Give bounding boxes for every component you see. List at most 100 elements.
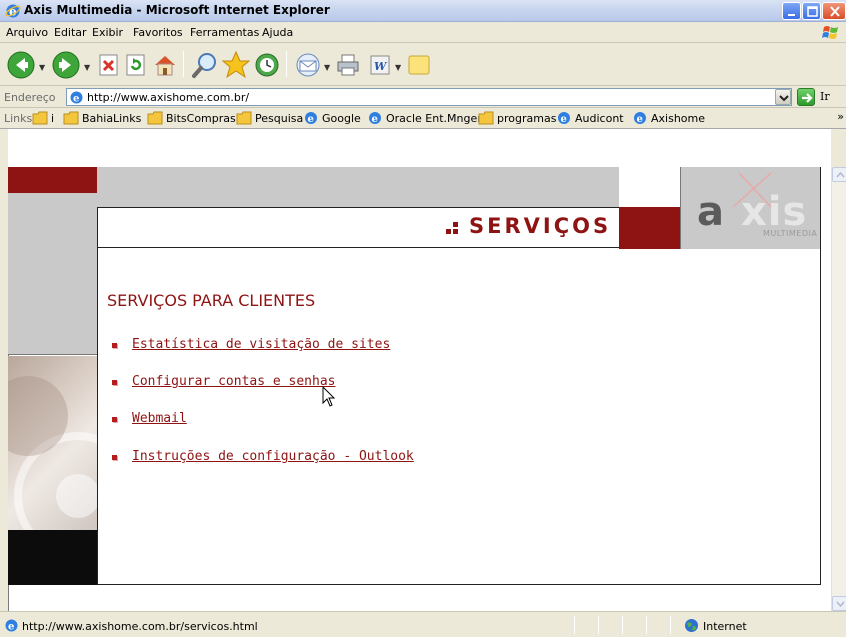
service-link-contas[interactable]: Configurar contas e senhas bbox=[132, 374, 336, 389]
bullet-icon bbox=[112, 380, 117, 385]
links-label: Links bbox=[4, 112, 33, 125]
favorites-icon[interactable] bbox=[221, 50, 251, 80]
status-divider bbox=[598, 616, 599, 634]
status-divider bbox=[646, 616, 647, 634]
back-dropdown-icon[interactable]: ▼ bbox=[39, 63, 45, 72]
svg-text:e: e bbox=[308, 114, 314, 125]
axis-logo: a xis MULTIMEDIA bbox=[680, 167, 821, 249]
minimize-icon bbox=[788, 14, 795, 16]
home-icon[interactable] bbox=[153, 53, 177, 77]
forward-dropdown-icon[interactable]: ▼ bbox=[84, 63, 90, 72]
svg-text:e: e bbox=[372, 114, 378, 125]
ie-logo-icon: e bbox=[5, 4, 21, 19]
edit-icon[interactable]: W bbox=[368, 53, 392, 77]
svg-text:e: e bbox=[637, 114, 643, 125]
menu-bar: Arquivo Editar Exibir Favoritos Ferramen… bbox=[0, 22, 846, 43]
menu-ferramentas[interactable]: Ferramentas bbox=[190, 26, 259, 39]
back-icon[interactable] bbox=[6, 50, 36, 80]
arrow-right-icon bbox=[802, 93, 813, 103]
search-icon[interactable] bbox=[190, 50, 220, 80]
notes-icon[interactable] bbox=[407, 53, 431, 77]
status-message: http://www.axishome.com.br/servicos.html bbox=[22, 620, 258, 633]
maximize-icon bbox=[807, 6, 818, 17]
scroll-down-button[interactable] bbox=[832, 596, 846, 611]
ie-page-icon: e bbox=[305, 112, 317, 125]
folder-icon bbox=[478, 111, 494, 125]
section-heading: SERVIÇOS bbox=[469, 214, 612, 238]
windows-logo-icon bbox=[822, 26, 838, 39]
content-border bbox=[97, 584, 821, 585]
forward-icon[interactable] bbox=[51, 50, 81, 80]
svg-text:e: e bbox=[73, 94, 79, 105]
header-red-block bbox=[619, 207, 680, 249]
link-google[interactable]: e Google bbox=[303, 110, 373, 127]
close-button[interactable] bbox=[822, 2, 846, 20]
address-input[interactable]: e http://www.axishome.com.br/ bbox=[66, 88, 792, 106]
links-more-icon[interactable]: » bbox=[837, 110, 844, 123]
status-bar: e http://www.axishome.com.br/servicos.ht… bbox=[0, 611, 846, 637]
maximize-button[interactable] bbox=[802, 2, 821, 20]
svg-text:W: W bbox=[374, 60, 388, 73]
servicos-mark-icon bbox=[446, 222, 458, 234]
status-divider bbox=[622, 616, 623, 634]
folder-icon bbox=[63, 111, 79, 125]
menu-ajuda[interactable]: Ajuda bbox=[262, 26, 293, 39]
minimize-button[interactable] bbox=[782, 2, 801, 20]
content-border bbox=[97, 207, 98, 585]
refresh-icon[interactable] bbox=[124, 53, 148, 77]
header-spacer bbox=[619, 167, 680, 207]
go-button[interactable] bbox=[797, 88, 815, 106]
cd-photo bbox=[0, 356, 142, 560]
link-axishome[interactable]: e Axishome bbox=[632, 110, 722, 127]
page-top-area bbox=[8, 129, 831, 167]
ie-page-icon: e bbox=[634, 112, 646, 125]
svg-text:e: e bbox=[8, 622, 14, 633]
bullet-icon bbox=[112, 455, 117, 460]
service-link-outlook[interactable]: Instruções de configuração - Outlook bbox=[132, 449, 414, 464]
chevron-down-icon bbox=[779, 95, 789, 102]
stop-icon[interactable] bbox=[97, 53, 121, 77]
page-icon: e bbox=[70, 91, 83, 105]
disc-image bbox=[0, 376, 142, 560]
history-icon[interactable] bbox=[252, 50, 282, 80]
toolbar-separator bbox=[286, 51, 287, 77]
vertical-scrollbar[interactable] bbox=[831, 167, 846, 611]
red-block bbox=[8, 167, 97, 193]
address-bar: Endereço e http://www.axishome.com.br/ I… bbox=[0, 86, 846, 108]
standard-toolbar: ▼ ▼ ▼ W ▼ bbox=[0, 43, 846, 86]
svg-text:e: e bbox=[561, 114, 567, 125]
menu-editar[interactable]: Editar bbox=[54, 26, 87, 39]
mail-dropdown-icon[interactable]: ▼ bbox=[324, 63, 330, 72]
page-icon: e bbox=[5, 619, 18, 633]
service-link-webmail[interactable]: Webmail bbox=[132, 411, 187, 426]
black-block bbox=[8, 530, 97, 585]
go-label[interactable]: Ir bbox=[820, 90, 830, 103]
menu-exibir[interactable]: Exibir bbox=[92, 26, 123, 39]
folder-icon bbox=[236, 111, 252, 125]
address-url: http://www.axishome.com.br/ bbox=[87, 91, 250, 104]
ie-page-icon: e bbox=[558, 112, 570, 125]
menu-arquivo[interactable]: Arquivo bbox=[6, 26, 48, 39]
link-bitscompras[interactable]: BitsCompras bbox=[147, 110, 247, 127]
print-icon[interactable] bbox=[336, 53, 360, 77]
globe-icon bbox=[685, 619, 698, 632]
status-divider bbox=[670, 616, 671, 634]
status-divider bbox=[574, 616, 575, 634]
folder-icon bbox=[147, 111, 163, 125]
mail-icon[interactable] bbox=[293, 50, 323, 80]
left-decoration bbox=[0, 167, 142, 585]
window-frame bbox=[0, 129, 8, 611]
folder-icon bbox=[32, 111, 48, 125]
edit-dropdown-icon[interactable]: ▼ bbox=[395, 63, 401, 72]
window-title: Axis Multimedia - Microsoft Internet Exp… bbox=[24, 3, 330, 17]
ie-page-icon: e bbox=[369, 112, 381, 125]
grey-block bbox=[8, 193, 97, 355]
address-dropdown-button[interactable] bbox=[775, 89, 791, 105]
logo-a: a bbox=[697, 189, 724, 235]
link-audicont[interactable]: e Audicont bbox=[556, 110, 636, 127]
scroll-up-button[interactable] bbox=[832, 167, 846, 182]
menu-favoritos[interactable]: Favoritos bbox=[133, 26, 183, 39]
security-zone: Internet bbox=[703, 620, 747, 633]
bullet-icon bbox=[112, 417, 117, 422]
service-link-estatistica[interactable]: Estatística de visitação de sites bbox=[132, 337, 390, 352]
